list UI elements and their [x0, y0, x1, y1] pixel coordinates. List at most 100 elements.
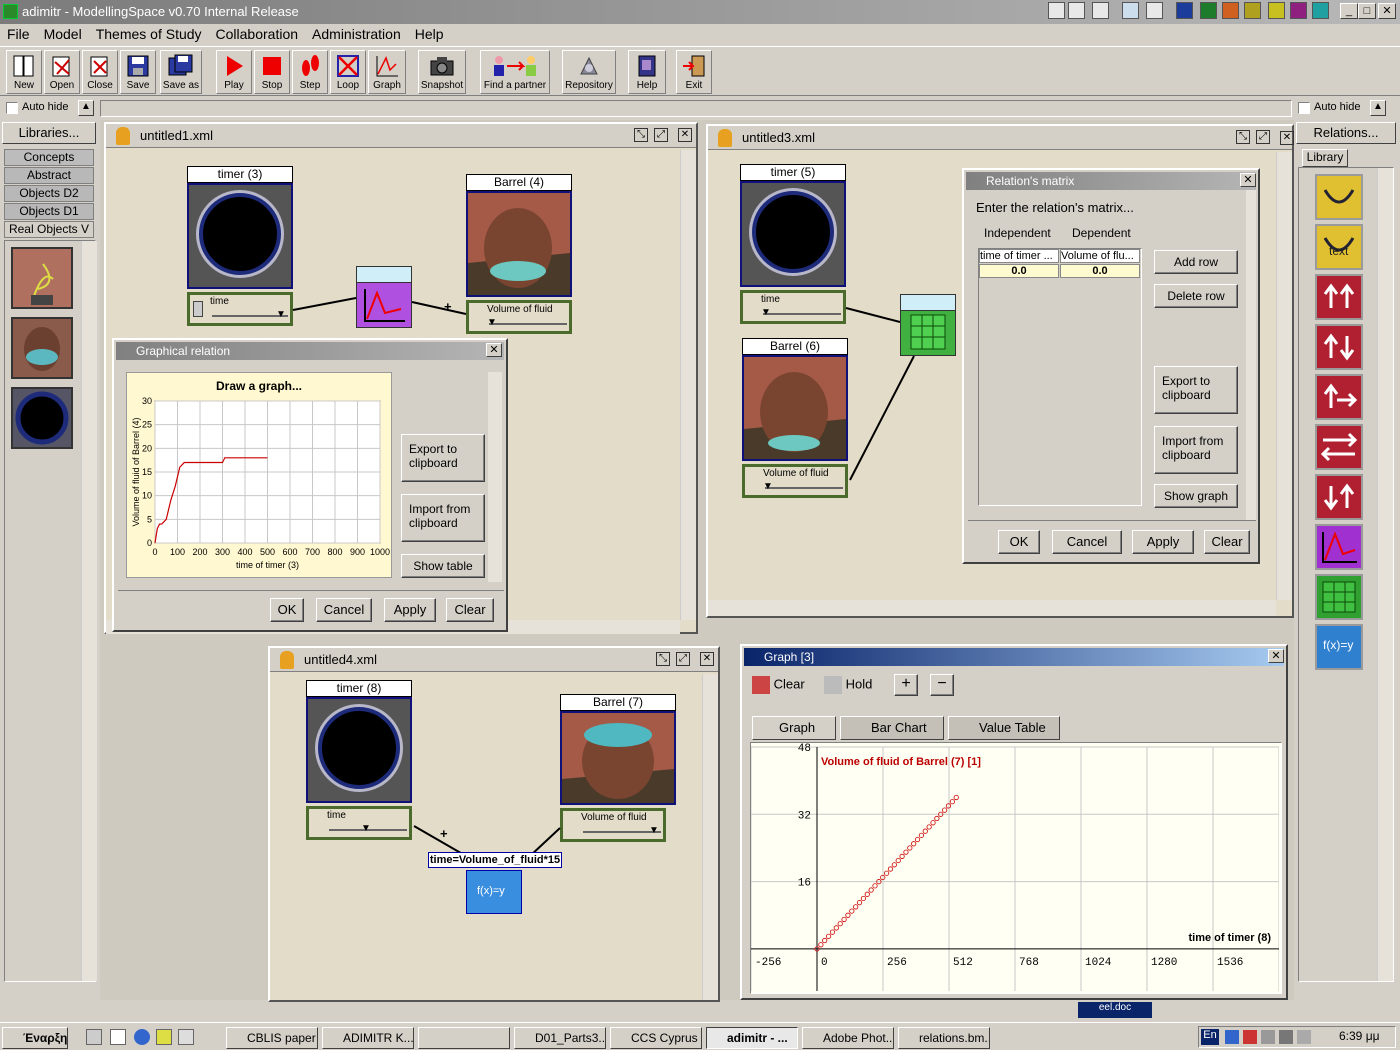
play-button[interactable]: Play — [216, 50, 252, 94]
left-autohide-checkbox[interactable] — [6, 102, 18, 114]
quicklaunch-icon[interactable] — [110, 1029, 126, 1045]
repository-button[interactable]: Repository — [562, 50, 616, 94]
task-photoshop[interactable]: Adobe Phot... — [802, 1027, 894, 1049]
tab-objects-d2[interactable]: Objects D2 — [4, 185, 94, 202]
menu-administration[interactable]: Administration — [305, 24, 408, 44]
task-adimitr-doc[interactable]: ADIMITR K... — [322, 1027, 414, 1049]
quicklaunch-icon[interactable] — [1146, 2, 1163, 19]
graph-close-button[interactable]: ✕ — [1268, 649, 1284, 663]
quicklaunch-icon[interactable] — [178, 1029, 194, 1045]
stop-button[interactable]: Stop — [254, 50, 290, 94]
save-button[interactable]: Save — [120, 50, 156, 94]
relations-scrollbar[interactable] — [1377, 168, 1393, 981]
step-button[interactable]: Step — [292, 50, 328, 94]
close-icon[interactable]: ✕ — [1280, 131, 1294, 145]
word-icon[interactable] — [1176, 2, 1193, 19]
ws4-vscroll[interactable] — [702, 674, 718, 1000]
relation-table-icon[interactable] — [1315, 574, 1363, 620]
graph-button[interactable]: Graph — [368, 50, 406, 94]
graph-hold-button[interactable]: Hold — [824, 676, 872, 694]
ws1-vscroll[interactable] — [680, 150, 696, 620]
relation-up-up-icon[interactable] — [1315, 274, 1363, 320]
apply-button[interactable]: Apply — [1132, 530, 1194, 554]
apply-button[interactable]: Apply — [384, 598, 436, 622]
graphical-relation-chart[interactable]: 0 100 200 300 400 500 600 700 800 900 1000 0 5 10 15 20… — [127, 373, 391, 577]
tray-icon[interactable] — [1225, 1030, 1239, 1044]
zoom-out-button[interactable]: − — [930, 674, 954, 696]
menu-model[interactable]: Model — [37, 24, 89, 44]
ws3-hscroll[interactable] — [708, 600, 1276, 616]
import-clipboard-button[interactable]: Import from clipboard — [1154, 426, 1238, 474]
delete-row-button[interactable]: Delete row — [1154, 284, 1238, 308]
dialog-close-button[interactable]: ✕ — [1240, 173, 1256, 187]
dialog-scrollbar[interactable] — [1246, 190, 1256, 520]
cancel-button[interactable]: Cancel — [1052, 530, 1122, 554]
dialog-scrollbar[interactable] — [488, 372, 502, 582]
find-partner-button[interactable]: Find a partner — [480, 50, 550, 94]
show-graph-button[interactable]: Show graph — [1154, 484, 1238, 508]
powerpoint-icon[interactable] — [1222, 2, 1239, 19]
tab-concepts[interactable]: Concepts — [4, 149, 94, 166]
export-clipboard-button[interactable]: Export to clipboard — [1154, 366, 1238, 414]
relation-text-icon[interactable]: text — [1315, 224, 1363, 270]
relation-down-up-icon[interactable] — [1315, 474, 1363, 520]
library-item-plant[interactable] — [11, 247, 73, 309]
menu-collaboration[interactable]: Collaboration — [209, 24, 306, 44]
tab-graph[interactable]: Graph — [752, 716, 836, 740]
quicklaunch-icon[interactable] — [1312, 2, 1329, 19]
exit-button[interactable]: Exit — [676, 50, 712, 94]
snapshot-button[interactable]: Snapshot — [418, 50, 466, 94]
task-d01-parts[interactable]: D01_Parts3... — [514, 1027, 606, 1049]
relation-up-right-icon[interactable] — [1315, 374, 1363, 420]
speaker-icon[interactable] — [1297, 1030, 1311, 1044]
tab-bar-chart[interactable]: Bar Chart — [840, 716, 944, 740]
relation-up-down-icon[interactable] — [1315, 324, 1363, 370]
save-as-button[interactable]: Save as — [160, 50, 202, 94]
quicklaunch-icon[interactable] — [1290, 2, 1307, 19]
matrix-cell[interactable]: 0.0 — [1060, 264, 1140, 278]
tab-value-table[interactable]: Value Table — [948, 716, 1060, 740]
quicklaunch-icon[interactable] — [1244, 2, 1261, 19]
quicklaunch-icon[interactable] — [1268, 2, 1285, 19]
graph3-chart[interactable]: -25602565127681024128015361792163248Volu… — [750, 743, 1309, 991]
graph-plot-area[interactable]: -25602565127681024128015361792163248Volu… — [750, 742, 1309, 994]
relation-loop-icon[interactable] — [1315, 174, 1363, 220]
ok-button[interactable]: OK — [270, 598, 304, 622]
library-scrollbar[interactable] — [81, 241, 97, 981]
right-autohide-checkbox[interactable] — [1298, 102, 1310, 114]
tab-real-objects[interactable]: Real Objects V — [4, 221, 94, 238]
tray-icon[interactable] — [1279, 1030, 1293, 1044]
help-button[interactable]: Help — [628, 50, 666, 94]
quicklaunch-icon[interactable] — [156, 1029, 172, 1045]
quicklaunch-icon[interactable] — [1068, 2, 1085, 19]
add-row-button[interactable]: Add row — [1154, 250, 1238, 274]
quicklaunch-icon[interactable] — [1092, 2, 1109, 19]
import-clipboard-button[interactable]: Import from clipboard — [401, 494, 485, 542]
tab-objects-d1[interactable]: Objects D1 — [4, 203, 94, 220]
loop-button[interactable]: Loop — [330, 50, 366, 94]
browser-icon[interactable] — [134, 1029, 150, 1045]
desktop-icon[interactable] — [86, 1029, 102, 1045]
cancel-button[interactable]: Cancel — [316, 598, 372, 622]
export-clipboard-button[interactable]: Export to clipboard — [401, 434, 485, 482]
close-icon[interactable]: ✕ — [700, 652, 714, 666]
relation-exchange-icon[interactable] — [1315, 424, 1363, 470]
right-collapse-button[interactable]: ▲ — [1370, 100, 1386, 116]
zoom-in-button[interactable]: + — [894, 674, 918, 696]
close-icon[interactable]: ✕ — [678, 128, 692, 142]
menu-help[interactable]: Help — [408, 24, 451, 44]
language-indicator[interactable]: En — [1201, 1029, 1219, 1045]
function-relation-node[interactable]: f(x)=y — [466, 870, 522, 914]
open-button[interactable]: Open — [44, 50, 80, 94]
ws3-vscroll[interactable] — [1276, 152, 1292, 600]
tray-icon[interactable] — [1243, 1030, 1257, 1044]
close-button[interactable]: Close — [82, 50, 118, 94]
task-relations-bmp[interactable]: relations.bm... — [898, 1027, 990, 1049]
tray-icon[interactable] — [1261, 1030, 1275, 1044]
dialog-close-button[interactable]: ✕ — [486, 343, 502, 357]
tab-abstract[interactable]: Abstract — [4, 167, 94, 184]
clear-button[interactable]: Clear — [1204, 530, 1250, 554]
library-item-timer[interactable] — [11, 387, 73, 449]
relations-header[interactable]: Relations... — [1296, 122, 1396, 144]
mail-icon[interactable] — [1122, 2, 1139, 19]
